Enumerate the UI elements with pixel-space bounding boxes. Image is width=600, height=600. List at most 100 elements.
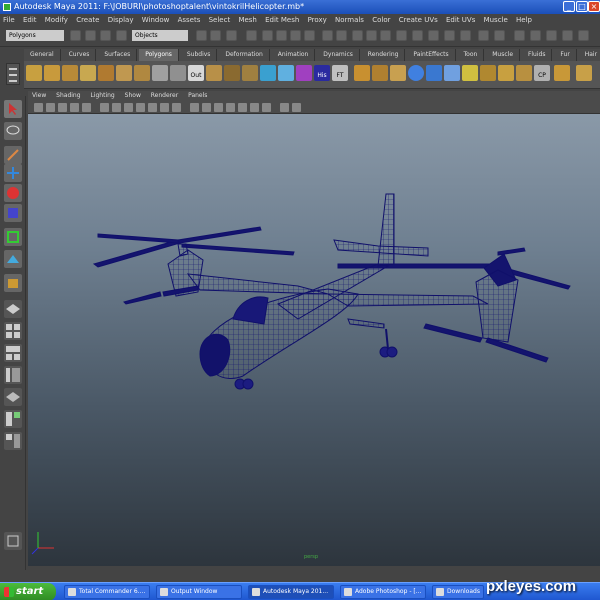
smooth-shade-icon[interactable] bbox=[202, 103, 211, 112]
use-lights-icon[interactable] bbox=[238, 103, 247, 112]
poly-merge-icon[interactable] bbox=[170, 65, 186, 81]
poly-fill-hole-icon[interactable] bbox=[576, 65, 592, 81]
sphere-icon[interactable] bbox=[408, 65, 424, 81]
tool-settings-icon[interactable] bbox=[530, 30, 541, 41]
poly-reduce-icon[interactable] bbox=[480, 65, 496, 81]
viewport-menu-lighting[interactable]: Lighting bbox=[90, 92, 114, 99]
single-pane-layout-icon[interactable] bbox=[4, 300, 22, 318]
last-tool-icon[interactable] bbox=[4, 274, 22, 292]
shelf-tab-animation[interactable]: Animation bbox=[272, 49, 316, 61]
resolution-gate-icon[interactable] bbox=[112, 103, 121, 112]
graph-layout-icon[interactable] bbox=[4, 388, 22, 406]
snap-curve-icon[interactable] bbox=[276, 30, 287, 41]
render-settings-icon[interactable] bbox=[380, 30, 391, 41]
shadows-icon[interactable] bbox=[250, 103, 259, 112]
image-plane-icon[interactable] bbox=[70, 103, 79, 112]
paint-select-icon[interactable] bbox=[4, 146, 22, 164]
menu-proxy[interactable]: Proxy bbox=[308, 16, 327, 24]
hypershade-icon[interactable] bbox=[428, 30, 439, 41]
save-scene-icon[interactable] bbox=[100, 30, 111, 41]
shelf-tab-muscle[interactable]: Muscle bbox=[486, 49, 521, 61]
menu-set-dropdown[interactable]: Polygons bbox=[6, 30, 64, 41]
task-output-window[interactable]: Output Window bbox=[156, 585, 242, 599]
shelf-tab-dynamics[interactable]: Dynamics bbox=[317, 49, 360, 61]
move-tool-icon[interactable] bbox=[4, 164, 22, 182]
hypershade-layout-icon[interactable] bbox=[4, 410, 22, 428]
new-scene-icon[interactable] bbox=[70, 30, 81, 41]
custom-layout-icon[interactable] bbox=[4, 432, 22, 450]
menu-edit[interactable]: Edit bbox=[23, 16, 37, 24]
cp-icon[interactable]: CP bbox=[534, 65, 550, 81]
shelf-menu-toggle[interactable] bbox=[6, 63, 20, 85]
xray-icon[interactable] bbox=[292, 103, 301, 112]
hardware-render-icon[interactable] bbox=[262, 103, 271, 112]
select-object-icon[interactable] bbox=[210, 30, 221, 41]
manipulator-icon[interactable] bbox=[4, 228, 22, 246]
maximize-icon[interactable]: □ bbox=[576, 1, 588, 12]
menu-help[interactable]: Help bbox=[516, 16, 532, 24]
shelf-tab-curves[interactable]: Curves bbox=[63, 49, 97, 61]
selection-mode-field[interactable]: Objects bbox=[132, 30, 188, 41]
ft-icon[interactable]: FT bbox=[332, 65, 348, 81]
start-button[interactable]: start bbox=[0, 583, 56, 600]
menu-muscle[interactable]: Muscle bbox=[484, 16, 508, 24]
gate-mask-icon[interactable] bbox=[124, 103, 133, 112]
snap-point-icon[interactable] bbox=[290, 30, 301, 41]
textured-icon[interactable] bbox=[226, 103, 235, 112]
wireframe-on-shaded-icon[interactable] bbox=[214, 103, 223, 112]
perspective-viewport[interactable]: persp bbox=[28, 114, 600, 566]
open-scene-icon[interactable] bbox=[85, 30, 96, 41]
shelf-tab-subdivs[interactable]: Subdivs bbox=[181, 49, 218, 61]
task-autodesk-maya[interactable]: Autodesk Maya 201... bbox=[248, 585, 334, 599]
poly-mirror-icon[interactable] bbox=[554, 65, 570, 81]
menu-create[interactable]: Create bbox=[76, 16, 99, 24]
wireframe-mode-icon[interactable] bbox=[190, 103, 199, 112]
uv-grid-icon[interactable] bbox=[462, 65, 478, 81]
viewport-menu-shading[interactable]: Shading bbox=[56, 92, 80, 99]
select-hierarchy-icon[interactable] bbox=[196, 30, 207, 41]
menu-edit-uvs[interactable]: Edit UVs bbox=[446, 16, 475, 24]
poly-smooth-icon[interactable] bbox=[152, 65, 168, 81]
poly-triangulate-icon[interactable] bbox=[498, 65, 514, 81]
selection-mask-icon[interactable] bbox=[116, 30, 127, 41]
outliner-icon[interactable] bbox=[460, 30, 471, 41]
script-editor-icon[interactable] bbox=[4, 532, 22, 550]
menu-window[interactable]: Window bbox=[142, 16, 170, 24]
viewport-menu-show[interactable]: Show bbox=[125, 92, 141, 99]
layer-editor-icon[interactable] bbox=[562, 30, 573, 41]
poly-torus-icon[interactable] bbox=[98, 65, 114, 81]
two-pane-layout-icon[interactable] bbox=[4, 344, 22, 362]
poly-cut-icon[interactable] bbox=[278, 65, 294, 81]
scale-tool-icon[interactable] bbox=[4, 204, 22, 222]
channel-box-icon[interactable] bbox=[546, 30, 557, 41]
poly-separate-icon[interactable] bbox=[134, 65, 150, 81]
construction-history-icon[interactable] bbox=[336, 30, 347, 41]
menu-modify[interactable]: Modify bbox=[45, 16, 68, 24]
shelf-tab-fluids[interactable]: Fluids bbox=[522, 49, 553, 61]
shelf-tab-surfaces[interactable]: Surfaces bbox=[98, 49, 138, 61]
attribute-editor-icon[interactable] bbox=[478, 30, 489, 41]
safe-title-icon[interactable] bbox=[160, 103, 169, 112]
viewport-menu-view[interactable]: View bbox=[32, 92, 46, 99]
poly-bridge-icon[interactable] bbox=[224, 65, 240, 81]
panel-toggle-icon[interactable] bbox=[578, 30, 589, 41]
grid-cube-icon[interactable] bbox=[444, 65, 460, 81]
poly-cube-icon[interactable] bbox=[44, 65, 60, 81]
viewport-menu-panels[interactable]: Panels bbox=[188, 92, 207, 99]
poly-cylinder-icon[interactable] bbox=[62, 65, 78, 81]
cube-icon[interactable] bbox=[426, 65, 442, 81]
viewport-menu-renderer[interactable]: Renderer bbox=[151, 92, 178, 99]
poly-sphere-icon[interactable] bbox=[26, 65, 42, 81]
poly-bevel-icon[interactable] bbox=[242, 65, 258, 81]
pick-mask-icon[interactable] bbox=[246, 30, 257, 41]
menu-color[interactable]: Color bbox=[372, 16, 390, 24]
help-question-icon[interactable] bbox=[396, 30, 407, 41]
outliner-layout-icon[interactable] bbox=[4, 366, 22, 384]
film-gate-icon[interactable] bbox=[100, 103, 109, 112]
task-downloads[interactable]: Downloads bbox=[432, 585, 484, 599]
select-tool-icon[interactable] bbox=[4, 100, 22, 118]
poly-append-icon[interactable] bbox=[354, 65, 370, 81]
soft-select-icon[interactable] bbox=[412, 30, 423, 41]
render-view-icon[interactable] bbox=[444, 30, 455, 41]
snap-plane-icon[interactable] bbox=[304, 30, 315, 41]
